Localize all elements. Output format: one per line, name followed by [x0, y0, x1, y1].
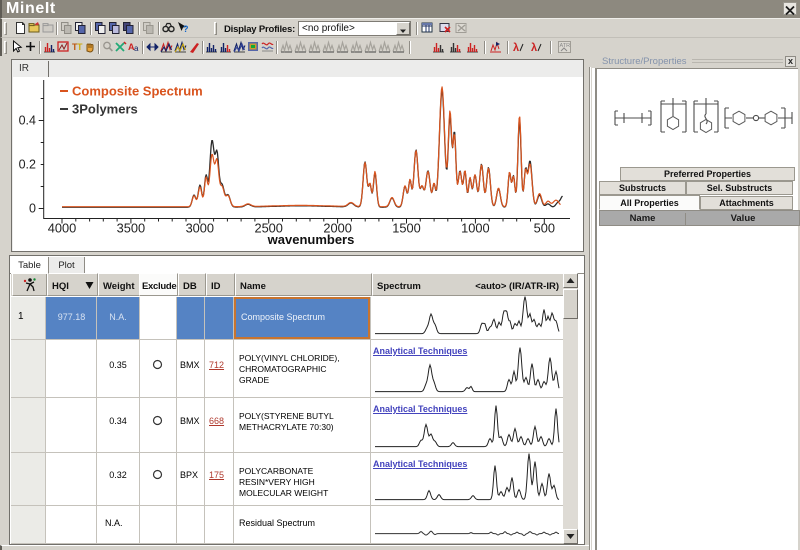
- svg-text:4000: 4000: [48, 221, 76, 236]
- svg-text:0.2: 0.2: [19, 158, 36, 172]
- svg-text:500: 500: [534, 221, 555, 236]
- svg-text:1000: 1000: [461, 221, 489, 236]
- svg-text:3500: 3500: [117, 221, 145, 236]
- svg-text:λ: λ: [513, 42, 519, 54]
- svg-text:?: ?: [183, 24, 189, 34]
- svg-text:ATR: ATR: [560, 43, 571, 49]
- svg-text:1500: 1500: [392, 221, 420, 236]
- svg-text:0.4: 0.4: [19, 114, 36, 128]
- svg-text:λ: λ: [531, 42, 537, 54]
- svg-text:Composite Spectrum: Composite Spectrum: [72, 84, 203, 99]
- svg-text:T: T: [77, 42, 83, 52]
- svg-text:3Polymers: 3Polymers: [72, 102, 138, 117]
- svg-text:0: 0: [29, 202, 36, 216]
- svg-text:3000: 3000: [186, 221, 214, 236]
- svg-text:wavenumbers: wavenumbers: [267, 232, 355, 247]
- svg-text:a: a: [134, 44, 139, 53]
